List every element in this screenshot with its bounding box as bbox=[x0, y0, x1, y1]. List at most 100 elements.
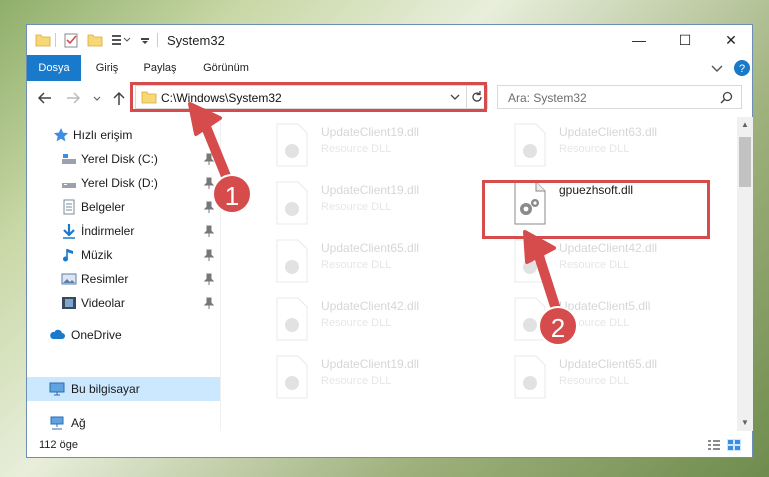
network-icon bbox=[50, 416, 64, 430]
nav-label: Ağ bbox=[71, 416, 86, 430]
status-bar: 112 öge bbox=[27, 433, 752, 457]
nav-item-drive-d[interactable]: Yerel Disk (D:) bbox=[27, 171, 220, 195]
pictures-icon bbox=[61, 273, 77, 285]
file-item[interactable]: UpdateClient5.dll Resource DLL bbox=[485, 291, 715, 347]
search-placeholder: Ara: System32 bbox=[508, 91, 587, 105]
nav-item-quick-access[interactable]: Hızlı erişim bbox=[27, 123, 220, 147]
drive-icon bbox=[62, 154, 76, 164]
svg-text:?: ? bbox=[739, 63, 745, 75]
file-name: UpdateClient65.dll bbox=[321, 241, 420, 255]
dll-file-icon bbox=[276, 123, 308, 167]
nav-item-music[interactable]: Müzik bbox=[27, 243, 220, 267]
dll-file-icon bbox=[276, 181, 308, 225]
drive-icon bbox=[62, 183, 76, 188]
file-item[interactable]: UpdateClient19.dll Resource DLL bbox=[247, 349, 477, 405]
nav-item-this-pc[interactable]: Bu bilgisayar bbox=[27, 377, 220, 401]
file-type: Resource DLL bbox=[321, 143, 392, 155]
tab-share[interactable]: Paylaş bbox=[135, 55, 185, 81]
file-type: Resource DLL bbox=[559, 375, 630, 387]
dll-file-icon bbox=[276, 355, 308, 399]
customize-toolbar-icon[interactable] bbox=[111, 31, 131, 49]
videos-icon bbox=[62, 297, 76, 309]
star-icon bbox=[53, 128, 69, 142]
nav-item-documents[interactable]: Belgeler bbox=[27, 195, 220, 219]
file-item[interactable]: UpdateClient65.dll Resource DLL bbox=[247, 233, 477, 289]
chevron-down-icon[interactable] bbox=[139, 31, 151, 49]
nav-item-drive-c[interactable]: Yerel Disk (C:) bbox=[27, 147, 220, 171]
search-box[interactable]: Ara: System32 bbox=[497, 85, 742, 109]
file-type: Resource DLL bbox=[321, 375, 392, 387]
pin-icon[interactable] bbox=[204, 153, 214, 165]
dll-file-icon bbox=[276, 239, 308, 283]
up-arrow-icon[interactable] bbox=[111, 89, 127, 107]
recent-locations-icon[interactable] bbox=[91, 89, 103, 107]
navigation-pane: Hızlı erişim Yerel Disk (C:) Yerel Disk … bbox=[27, 117, 220, 431]
pin-icon[interactable] bbox=[204, 273, 214, 285]
tab-file[interactable]: Dosya bbox=[27, 55, 81, 81]
cloud-icon bbox=[50, 329, 65, 339]
back-arrow-icon[interactable] bbox=[37, 89, 53, 107]
dll-file-icon bbox=[514, 123, 546, 167]
forward-arrow-icon[interactable] bbox=[65, 89, 81, 107]
folder-icon bbox=[35, 34, 51, 47]
nav-label: Videolar bbox=[81, 296, 125, 310]
new-folder-icon[interactable] bbox=[87, 31, 103, 49]
file-name: UpdateClient19.dll bbox=[321, 125, 420, 139]
minimize-button[interactable]: — bbox=[616, 25, 662, 55]
tab-home[interactable]: Giriş bbox=[85, 55, 129, 81]
tab-view[interactable]: Görünüm bbox=[195, 55, 257, 81]
scroll-thumb[interactable] bbox=[739, 137, 751, 187]
file-highlight bbox=[482, 180, 710, 239]
scroll-up-arrow-icon[interactable]: ▲ bbox=[737, 117, 753, 133]
file-item[interactable]: UpdateClient42.dll Resource DLL bbox=[485, 233, 715, 289]
details-view-icon[interactable] bbox=[707, 439, 721, 451]
documents-icon bbox=[63, 199, 75, 215]
scroll-down-arrow-icon[interactable]: ▼ bbox=[737, 415, 753, 431]
separator bbox=[157, 33, 158, 47]
nav-item-onedrive[interactable]: OneDrive bbox=[27, 323, 220, 347]
file-name: UpdateClient5.dll bbox=[559, 299, 651, 313]
dll-file-icon bbox=[514, 239, 546, 283]
file-item[interactable]: UpdateClient42.dll Resource DLL bbox=[247, 291, 477, 347]
nav-label: Müzik bbox=[81, 248, 113, 262]
dll-file-icon bbox=[276, 297, 308, 341]
file-type: Resource DLL bbox=[321, 317, 392, 329]
pin-icon[interactable] bbox=[204, 201, 214, 213]
expand-ribbon-icon[interactable] bbox=[710, 59, 724, 77]
pin-icon[interactable] bbox=[204, 225, 214, 237]
nav-label: Yerel Disk (C:) bbox=[81, 152, 158, 166]
item-count: 112 öge bbox=[39, 439, 78, 451]
nav-item-network[interactable]: Ağ bbox=[27, 411, 220, 435]
file-item[interactable]: UpdateClient19.dll Resource DLL bbox=[247, 175, 477, 231]
file-item[interactable]: UpdateClient19.dll Resource DLL bbox=[247, 117, 477, 173]
nav-item-pictures[interactable]: Resimler bbox=[27, 267, 220, 291]
separator bbox=[55, 33, 56, 47]
pin-icon[interactable] bbox=[204, 297, 214, 309]
file-item[interactable]: UpdateClient63.dll Resource DLL bbox=[485, 117, 715, 173]
file-name: UpdateClient65.dll bbox=[559, 357, 658, 371]
file-item[interactable]: UpdateClient65.dll Resource DLL bbox=[485, 349, 715, 405]
file-type: Resource DLL bbox=[321, 201, 392, 213]
nav-label: Belgeler bbox=[81, 200, 126, 214]
step-badge-1: 1 bbox=[212, 174, 252, 214]
large-icons-view-icon[interactable] bbox=[727, 439, 741, 451]
nav-item-downloads[interactable]: İndirmeler bbox=[27, 219, 220, 243]
pin-icon[interactable] bbox=[204, 249, 214, 261]
computer-icon bbox=[49, 382, 65, 396]
file-type: Resource DLL bbox=[559, 143, 630, 155]
maximize-button[interactable]: ☐ bbox=[662, 25, 708, 55]
close-button[interactable]: ✕ bbox=[708, 25, 754, 55]
file-list: UpdateClient19.dll Resource DLL UpdateCl… bbox=[221, 117, 737, 431]
vertical-scrollbar[interactable]: ▲ ▼ bbox=[737, 117, 753, 431]
nav-label: Hızlı erişim bbox=[73, 128, 133, 142]
search-icon[interactable] bbox=[720, 91, 733, 104]
properties-icon[interactable] bbox=[63, 31, 79, 49]
nav-label: Bu bilgisayar bbox=[71, 382, 140, 396]
file-name: UpdateClient19.dll bbox=[321, 183, 420, 197]
nav-item-videos[interactable]: Videolar bbox=[27, 291, 220, 315]
help-icon[interactable]: ? bbox=[733, 59, 751, 77]
dll-file-icon bbox=[514, 355, 546, 399]
step-badge-2: 2 bbox=[538, 306, 578, 346]
file-name: UpdateClient42.dll bbox=[559, 241, 658, 255]
nav-label: OneDrive bbox=[71, 328, 122, 342]
